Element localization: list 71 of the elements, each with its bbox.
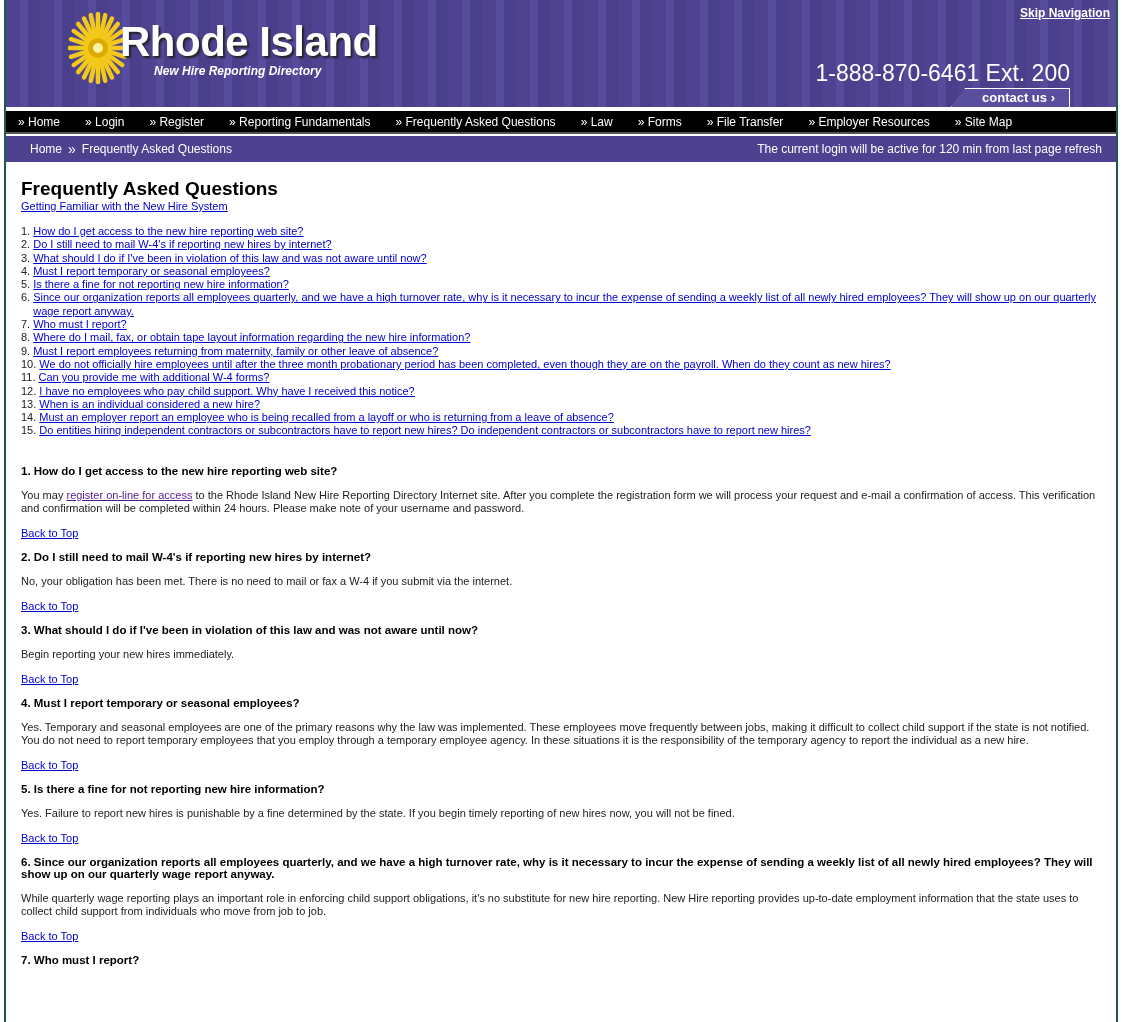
question-number: 15.	[21, 424, 37, 438]
session-note: The current login will be active for 120 min from last page refresh	[757, 142, 1102, 156]
question-link[interactable]: Must I report temporary or seasonal employees?	[33, 264, 270, 279]
question-link[interactable]: Since our organization reports all employees quarterly, and we have a high turnover rate, why is it necessary to incur the expense of sending a weekly list of all newly hired employees? They will show up on our quarterly wage report anyway.	[33, 291, 1102, 319]
nav-link[interactable]: » Site Map	[954, 114, 1013, 129]
question-number: 3.	[21, 251, 31, 265]
contact-us-tab[interactable]: contact us ›	[951, 88, 1070, 107]
question-link[interactable]: Must I report employees returning from maternity, family or other leave of absence?	[33, 344, 439, 358]
answer-text: No, your obligation has been met. There is no need to mail or fax a W-4 if you submit via the internet.	[21, 574, 514, 588]
question-heading: 3. What should I do if I've been in violation of this law and was not aware until now?	[21, 623, 480, 636]
nav-link[interactable]: » File Transfer	[706, 114, 784, 129]
back-to-top-link[interactable]: Back to Top	[21, 672, 79, 685]
question-number: 5.	[21, 278, 31, 292]
nav-link[interactable]: » Login	[85, 114, 125, 129]
question-number: 12.	[21, 384, 37, 398]
question-link[interactable]: When is an individual considered a new hire?	[39, 397, 261, 412]
answer-link[interactable]: register on-line for access	[66, 488, 193, 501]
nav-link[interactable]: » Frequently Asked Questions	[395, 114, 556, 129]
phone-number: 1-888-870-6461 Ext. 200	[815, 60, 1070, 87]
question-number: 11.	[21, 371, 36, 385]
intro-link[interactable]: Getting Familiar with the New Hire System	[21, 200, 228, 212]
question-heading: 6. Since our organization reports all employees quarterly, and we have a high turnover rate, why is it necessary to incur the expense of sending a weekly list of all newly hired employees? They will show up on our quarterly wage report anyway.	[21, 855, 1094, 880]
question-link[interactable]: Must an employer report an employee who is being recalled from a layoff or who is returning from a leave of absence?	[39, 411, 614, 425]
question-link[interactable]: Do entities hiring independent contractors or subcontractors have to report new hires? Do independent contractors or subcontractors have to report new hires?	[39, 424, 811, 438]
question-link[interactable]: What should I do if I've been in violation of this law and was not aware until now?	[33, 251, 427, 265]
question-number: 10.	[21, 357, 37, 372]
nav-link[interactable]: » Reporting Fundamentals	[229, 114, 371, 129]
question-heading: 1. How do I get access to the new hire reporting web site?	[21, 464, 339, 477]
question-link[interactable]: I have no employees who pay child support. Why have I received this notice?	[39, 384, 415, 398]
breadcrumb-link[interactable]: Frequently Asked Questions	[81, 142, 232, 156]
back-to-top-link[interactable]: Back to Top	[21, 599, 79, 612]
back-to-top-link[interactable]: Back to Top	[21, 758, 79, 771]
question-number: 14.	[21, 411, 37, 425]
question-number: 1.	[21, 225, 31, 239]
nav-link[interactable]: » Employer Resources	[808, 114, 930, 129]
answer-text: You may register on-line for access to the Rhode Island New Hire Reporting Directory Internet site. After you complete the registration form we will process your request and e-mail a confirmation of access. This verification and confirmation will be completed within 24 hours. Please make note of your username and password.	[21, 488, 1097, 515]
question-link[interactable]: Who must I report?	[33, 318, 127, 332]
answer-text: Begin reporting your new hires immediately.	[21, 647, 236, 661]
nav-link[interactable]: » Law	[580, 114, 613, 129]
skip-navigation-link[interactable]: Skip Navigation	[1019, 6, 1110, 20]
nav-link[interactable]: » Forms	[637, 114, 682, 129]
site-logo-title: Rhode Island	[120, 20, 378, 64]
question-link[interactable]: Where do I mail, fax, or obtain tape layout information regarding the new hire information?	[33, 331, 471, 345]
page-title: Frequently Asked Questions	[21, 178, 279, 200]
answer-text: Yes. Failure to report new hires is punishable by a fine determined by the state. If you begin timely reporting of new hires now, you will not be fined.	[21, 806, 736, 820]
question-heading: 5. Is there a fine for not reporting new hire information?	[21, 782, 326, 795]
question-number: 6.	[21, 291, 31, 306]
breadcrumb-separator: »	[68, 141, 76, 157]
question-link[interactable]: Do I still need to mail W-4's if reporting new hires by internet?	[33, 238, 332, 252]
question-number: 4.	[21, 264, 31, 279]
back-to-top-link[interactable]: Back to Top	[21, 929, 79, 942]
site-logo-subtitle: New Hire Reporting Directory	[154, 64, 323, 78]
question-link[interactable]: Can you provide me with additional W-4 forms?	[38, 371, 270, 385]
nav-link[interactable]: » Register	[149, 114, 205, 129]
question-link[interactable]: We do not officially hire employees until after the three month probationary period has been completed, even though they are on the payroll. When do they count as new hires?	[39, 357, 891, 372]
question-heading: 2. Do I still need to mail W-4's if reporting new hires by internet?	[21, 550, 373, 563]
question-number: 8.	[21, 331, 31, 345]
question-link[interactable]: How do I get access to the new hire reporting web site?	[33, 225, 304, 239]
answer-text: While quarterly wage reporting plays an important role in enforcing child support obligations, it's no substitute for new hire reporting. New Hire reporting provides up-to-date employment information that the state uses to collect child support from individuals who move from job to job.	[21, 891, 1080, 918]
question-number: 13.	[21, 397, 37, 412]
answer-text: Yes. Temporary and seasonal employees are one of the primary reasons why the law was implemented. These employees move frequently between jobs, making it difficult to collect child support if the state is not notified. You do not need to report temporary employees that you employ through a temporary employee agency. In these situations it is the responsibility of the temporary agency to report the individual as a new hire.	[21, 720, 1091, 747]
question-heading: 7. Who must I report?	[21, 953, 141, 966]
nav-link[interactable]: » Home	[18, 114, 61, 129]
question-link[interactable]: Is there a fine for not reporting new hire information?	[33, 278, 289, 292]
breadcrumb-link[interactable]: Home	[30, 142, 62, 156]
back-to-top-link[interactable]: Back to Top	[21, 526, 79, 539]
question-heading: 4. Must I report temporary or seasonal employees?	[21, 696, 301, 709]
question-number: 9.	[21, 344, 31, 358]
question-number: 7.	[21, 318, 31, 332]
question-number: 2.	[21, 238, 31, 252]
back-to-top-link[interactable]: Back to Top	[21, 831, 79, 844]
